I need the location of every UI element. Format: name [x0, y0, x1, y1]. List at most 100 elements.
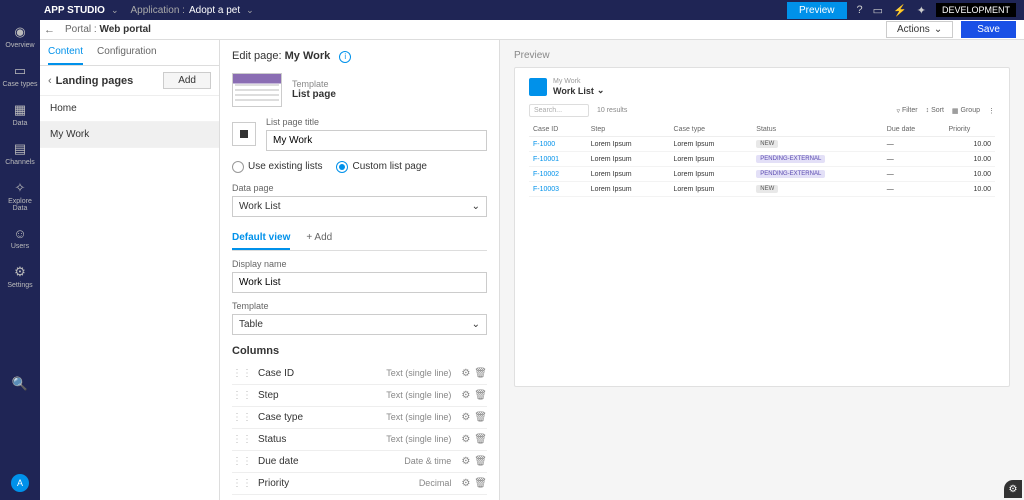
back-icon[interactable]: ← — [44, 24, 55, 36]
avatar[interactable]: A — [11, 474, 29, 492]
tab-add-view[interactable]: + Add — [306, 227, 332, 250]
monitor-icon[interactable]: ▭ — [873, 4, 883, 17]
preview-row[interactable]: F-10002Lorem IpsumLorem IpsumPENDING-EXT… — [529, 167, 995, 182]
info-icon[interactable]: i — [339, 51, 351, 63]
preview-more-icon[interactable]: ⋮ — [988, 107, 995, 115]
actions-button[interactable]: Actions⌄ — [886, 21, 953, 38]
page-home[interactable]: Home — [40, 96, 219, 122]
chevron-down-icon: ⌄ — [472, 201, 480, 212]
rail-channels[interactable]: ▤Channels — [0, 141, 40, 166]
column-name: Case type — [258, 412, 386, 423]
preview-th[interactable]: Step — [587, 123, 670, 137]
drag-icon[interactable]: ⋮⋮ — [232, 456, 252, 467]
drag-icon[interactable]: ⋮⋮ — [232, 390, 252, 401]
drag-icon[interactable]: ⋮⋮ — [232, 412, 252, 423]
drag-icon[interactable]: ⋮⋮ — [232, 434, 252, 445]
preview-search-input[interactable]: Search... — [529, 104, 589, 117]
application-name[interactable]: Adopt a pet — [189, 5, 240, 16]
subbar: ← Portal : Web portal Actions⌄ Save — [0, 20, 1024, 40]
preview-label: Preview — [514, 50, 1010, 61]
tab-configuration[interactable]: Configuration — [97, 40, 156, 65]
column-type: Text (single line) — [386, 434, 451, 444]
add-page-button[interactable]: Add — [163, 72, 211, 89]
column-delete-icon[interactable]: 🗑 — [474, 478, 487, 489]
rail-search[interactable]: 🔍 — [0, 376, 40, 394]
preview-th[interactable]: Priority — [944, 123, 995, 137]
column-row: ⋮⋮Due dateDate & time⚙🗑 — [232, 451, 487, 473]
preview-title[interactable]: Work List⌄ — [553, 85, 604, 96]
column-settings-icon[interactable]: ⚙ — [461, 434, 470, 445]
preview-button[interactable]: Preview — [787, 2, 847, 19]
preview-row[interactable]: F-10003Lorem IpsumLorem IpsumNEW—10.00 — [529, 182, 995, 197]
template-label: Template — [292, 79, 336, 89]
preview-results-count: 10 results — [597, 107, 627, 114]
column-name: Case ID — [258, 368, 386, 379]
save-button[interactable]: Save — [961, 21, 1016, 38]
settings-corner-icon[interactable]: ⚙ — [1004, 480, 1022, 498]
panel-tabs: Content Configuration — [40, 40, 219, 66]
appstudio-label[interactable]: APP STUDIO — [44, 5, 105, 16]
column-name: Due date — [258, 456, 404, 467]
column-settings-icon[interactable]: ⚙ — [461, 390, 470, 401]
column-delete-icon[interactable]: 🗑 — [474, 412, 487, 423]
preview-th[interactable]: Due date — [883, 123, 945, 137]
help-icon[interactable]: ? — [857, 4, 863, 16]
plus-icon[interactable]: ✦ — [917, 4, 926, 17]
rail-explore[interactable]: ✧Explore Data — [0, 180, 40, 212]
left-rail: ◉Overview ▭Case types ▦Data ▤Channels ✧E… — [0, 0, 40, 500]
panel-back-icon[interactable]: ‹ — [48, 75, 52, 87]
drag-icon[interactable]: ⋮⋮ — [232, 478, 252, 489]
preview-group[interactable]: ▦ Group — [952, 107, 980, 115]
column-row: ⋮⋮ Case IDText (single line) ⚙ 🗑 — [232, 363, 487, 385]
column-row: ⋮⋮ Case typeText (single line) ⚙ 🗑 — [232, 407, 487, 429]
column-settings-icon[interactable]: ⚙ — [461, 478, 470, 489]
column-settings-icon[interactable]: ⚙ — [461, 368, 470, 379]
preview-sort[interactable]: ↕ Sort — [926, 107, 944, 114]
preview-row[interactable]: F-1000Lorem IpsumLorem IpsumNEW—10.00 — [529, 137, 995, 152]
tab-content[interactable]: Content — [48, 40, 83, 65]
column-settings-icon[interactable]: ⚙ — [461, 412, 470, 423]
column-settings-icon[interactable]: ⚙ — [461, 456, 470, 467]
rail-overview[interactable]: ◉Overview — [0, 24, 40, 49]
preview-filter[interactable]: ▿ Filter — [896, 107, 917, 115]
column-delete-icon[interactable]: 🗑 — [474, 456, 487, 467]
page-my-work[interactable]: My Work — [40, 122, 219, 148]
preview-row[interactable]: F-10001Lorem IpsumLorem IpsumPENDING-EXT… — [529, 152, 995, 167]
preview-th[interactable]: Status — [752, 123, 882, 137]
preview-th[interactable]: Case type — [670, 123, 753, 137]
columns-title: Columns — [232, 345, 487, 357]
column-delete-icon[interactable]: 🗑 — [474, 434, 487, 445]
rail-users[interactable]: ☺Users — [0, 226, 40, 250]
column-row: ⋮⋮StatusText (single line)⚙🗑 — [232, 429, 487, 451]
environment-tag: DEVELOPMENT — [936, 3, 1016, 17]
list-title-input[interactable] — [266, 130, 487, 151]
column-delete-icon[interactable]: 🗑 — [474, 368, 487, 379]
drag-icon[interactable]: ⋮⋮ — [232, 368, 252, 379]
app-chevron-icon[interactable]: ⌄ — [246, 5, 254, 16]
datapage-select[interactable]: Work List⌄ — [232, 196, 487, 217]
main: Content Configuration ‹ Landing pages Ad… — [40, 40, 1024, 500]
view-template-select[interactable]: Table⌄ — [232, 314, 487, 335]
template-name: List page — [292, 89, 336, 100]
radio-custom-list[interactable] — [336, 161, 348, 173]
rail-casetypes[interactable]: ▭Case types — [0, 63, 40, 88]
column-type: Text (single line) — [386, 368, 451, 378]
view-template-label: Template — [232, 301, 487, 311]
preview-th[interactable]: Case ID — [529, 123, 587, 137]
column-type: Text (single line) — [386, 412, 451, 422]
radio-use-existing[interactable] — [232, 161, 244, 173]
column-delete-icon[interactable]: 🗑 — [474, 390, 487, 401]
page-icon-picker[interactable] — [232, 122, 256, 146]
explore-icon: ✧ — [0, 180, 40, 196]
display-name-input[interactable] — [232, 272, 487, 293]
users-icon: ☺ — [0, 226, 40, 241]
rail-data[interactable]: ▦Data — [0, 102, 40, 127]
bolt-icon[interactable]: ⚡ — [893, 4, 907, 17]
tab-default-view[interactable]: Default view — [232, 227, 290, 250]
rail-settings[interactable]: ⚙Settings — [0, 264, 40, 289]
appstudio-chevron-icon[interactable]: ⌄ — [111, 5, 119, 16]
edit-heading-prefix: Edit page: — [232, 50, 282, 62]
template-thumbnail[interactable] — [232, 73, 282, 107]
gear-icon: ⚙ — [0, 264, 40, 280]
grid-icon: ▦ — [0, 102, 40, 118]
